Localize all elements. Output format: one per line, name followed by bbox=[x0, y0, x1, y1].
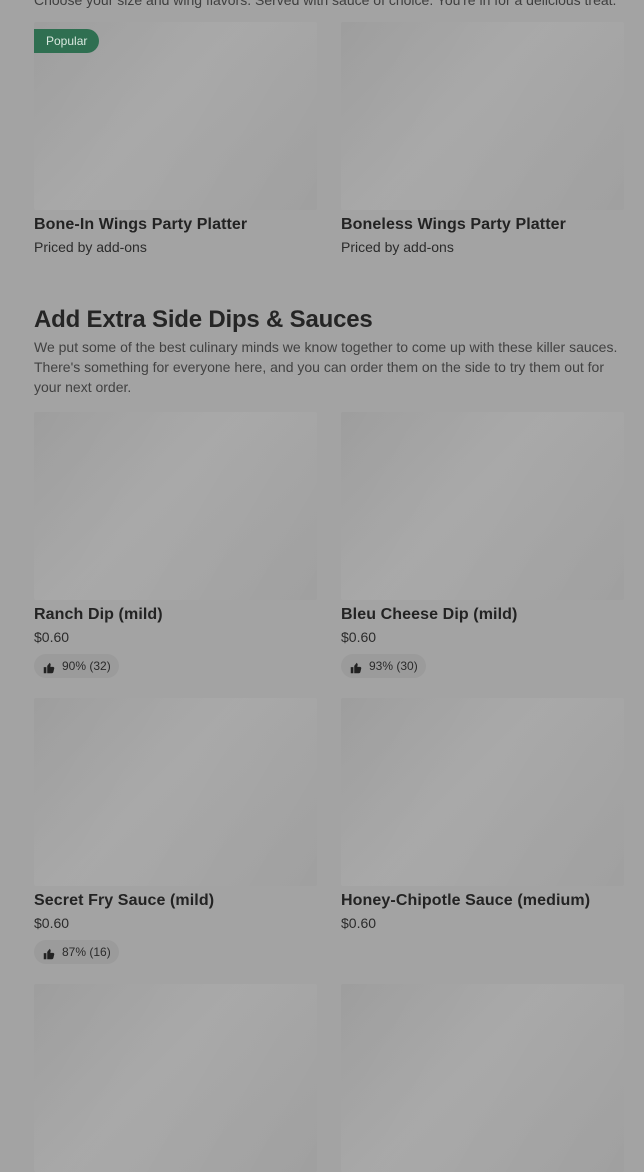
menu-item-image[interactable] bbox=[34, 698, 317, 886]
menu-item-image[interactable] bbox=[341, 22, 624, 210]
thumbs-up-icon bbox=[42, 659, 56, 674]
menu-item-subtitle: Priced by add-ons bbox=[34, 239, 147, 255]
menu-page: Choose your size and wing flavors. Serve… bbox=[0, 0, 644, 1172]
rating-text: 93% (30) bbox=[369, 659, 418, 673]
menu-item-card-secret-fry-sauce[interactable]: Secret Fry Sauce (mild) $0.60 87% (16) bbox=[34, 698, 317, 966]
menu-item-price: $0.60 bbox=[34, 915, 70, 931]
menu-item-subtitle: Priced by add-ons bbox=[341, 239, 454, 255]
thumbs-up-icon bbox=[42, 945, 56, 960]
menu-item-card-partial-right[interactable] bbox=[341, 984, 624, 1172]
menu-item-title: Bleu Cheese Dip (mild) bbox=[341, 606, 518, 623]
section-title: Add Extra Side Dips & Sauces bbox=[34, 306, 373, 333]
section-description: We put some of the best culinary minds w… bbox=[34, 339, 618, 395]
menu-item-card-boneless-wings-party-platter[interactable]: Boneless Wings Party Platter Priced by a… bbox=[341, 22, 624, 256]
menu-item-price: $0.60 bbox=[341, 629, 377, 645]
rating-pill: 87% (16) bbox=[34, 940, 119, 964]
menu-item-card-bleu-cheese-dip[interactable]: Bleu Cheese Dip (mild) $0.60 93% (30) bbox=[341, 412, 624, 680]
thumbs-up-icon bbox=[349, 659, 363, 674]
menu-item-card-partial-left[interactable] bbox=[34, 984, 317, 1172]
rating-text: 87% (16) bbox=[62, 945, 111, 959]
menu-item-price: $0.60 bbox=[34, 629, 70, 645]
menu-item-image[interactable] bbox=[34, 412, 317, 600]
menu-item-card-bone-in-wings-party-platter[interactable]: Popular Bone-In Wings Party Platter Pric… bbox=[34, 22, 317, 256]
rating-text: 90% (32) bbox=[62, 659, 111, 673]
rating-pill: 93% (30) bbox=[341, 654, 426, 678]
menu-item-image[interactable] bbox=[341, 412, 624, 600]
menu-item-price: $0.60 bbox=[341, 915, 377, 931]
menu-item-image[interactable] bbox=[34, 984, 317, 1172]
menu-item-image[interactable]: Popular bbox=[34, 22, 317, 210]
rating-pill: 90% (32) bbox=[34, 654, 119, 678]
menu-item-title: Secret Fry Sauce (mild) bbox=[34, 892, 215, 909]
menu-item-card-ranch-dip[interactable]: Ranch Dip (mild) $0.60 90% (32) bbox=[34, 412, 317, 680]
menu-item-image[interactable] bbox=[341, 698, 624, 886]
menu-item-card-honey-chipotle-sauce[interactable]: Honey-Chipotle Sauce (medium) $0.60 bbox=[341, 698, 624, 932]
menu-item-title: Boneless Wings Party Platter bbox=[341, 216, 566, 233]
menu-item-image[interactable] bbox=[341, 984, 624, 1172]
menu-item-title: Ranch Dip (mild) bbox=[34, 606, 163, 623]
menu-item-title: Honey-Chipotle Sauce (medium) bbox=[341, 892, 591, 909]
menu-item-title: Bone-In Wings Party Platter bbox=[34, 216, 248, 233]
popular-badge: Popular bbox=[34, 29, 100, 53]
menu-intro-text: Choose your size and wing flavors. Serve… bbox=[34, 0, 617, 8]
